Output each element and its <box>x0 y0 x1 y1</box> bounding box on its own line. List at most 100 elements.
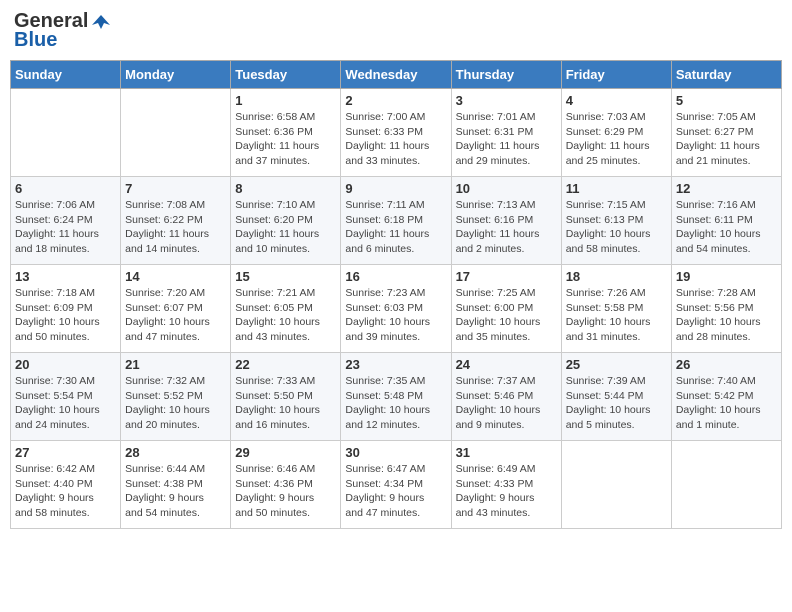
day-number: 24 <box>456 357 557 372</box>
calendar-cell: 14 Sunrise: 7:20 AM Sunset: 6:07 PM Dayli… <box>121 265 231 353</box>
day-number: 21 <box>125 357 226 372</box>
weekday-header-thursday: Thursday <box>451 61 561 89</box>
day-info: Sunrise: 7:18 AM Sunset: 6:09 PM Dayligh… <box>15 286 116 345</box>
calendar-cell: 6 Sunrise: 7:06 AM Sunset: 6:24 PM Daylig… <box>11 177 121 265</box>
weekday-header-monday: Monday <box>121 61 231 89</box>
day-number: 30 <box>345 445 446 460</box>
day-info: Sunrise: 6:49 AM Sunset: 4:33 PM Dayligh… <box>456 462 557 521</box>
day-number: 18 <box>566 269 667 284</box>
day-info: Sunrise: 7:28 AM Sunset: 5:56 PM Dayligh… <box>676 286 777 345</box>
calendar-cell <box>561 441 671 529</box>
day-number: 15 <box>235 269 336 284</box>
calendar-cell: 20Sunrise: 7:30 AM Sunset: 5:54 PM Dayli… <box>11 353 121 441</box>
day-number: 9 <box>345 181 446 196</box>
day-info: Sunrise: 7:20 AM Sunset: 6:07 PM Dayligh… <box>125 286 226 345</box>
day-number: 6 <box>15 181 116 196</box>
calendar-cell: 11Sunrise: 7:15 AM Sunset: 6:13 PM Dayli… <box>561 177 671 265</box>
calendar-cell: 22Sunrise: 7:33 AM Sunset: 5:50 PM Dayli… <box>231 353 341 441</box>
day-number: 2 <box>345 93 446 108</box>
day-info: Sunrise: 7:35 AM Sunset: 5:48 PM Dayligh… <box>345 374 446 433</box>
weekday-header-friday: Friday <box>561 61 671 89</box>
calendar-cell: 23 Sunrise: 7:35 AM Sunset: 5:48 PM Dayli… <box>341 353 451 441</box>
calendar-cell <box>121 89 231 177</box>
day-number: 13 <box>15 269 116 284</box>
day-info: Sunrise: 7:03 AM Sunset: 6:29 PM Dayligh… <box>566 110 667 169</box>
calendar: SundayMondayTuesdayWednesdayThursdayFrid… <box>10 60 782 529</box>
calendar-cell <box>11 89 121 177</box>
calendar-cell: 26Sunrise: 7:40 AM Sunset: 5:42 PM Dayli… <box>671 353 781 441</box>
day-info: Sunrise: 7:26 AM Sunset: 5:58 PM Dayligh… <box>566 286 667 345</box>
calendar-cell: 18 Sunrise: 7:26 AM Sunset: 5:58 PM Dayli… <box>561 265 671 353</box>
day-info: Sunrise: 6:44 AM Sunset: 4:38 PM Dayligh… <box>125 462 226 521</box>
calendar-cell: 10 Sunrise: 7:13 AM Sunset: 6:16 PM Dayli… <box>451 177 561 265</box>
week-row-2: 6 Sunrise: 7:06 AM Sunset: 6:24 PM Daylig… <box>11 177 782 265</box>
day-info: Sunrise: 7:23 AM Sunset: 6:03 PM Dayligh… <box>345 286 446 345</box>
day-number: 20 <box>15 357 116 372</box>
day-info: Sunrise: 6:46 AM Sunset: 4:36 PM Dayligh… <box>235 462 336 521</box>
day-number: 5 <box>676 93 777 108</box>
day-number: 25 <box>566 357 667 372</box>
calendar-cell: 9 Sunrise: 7:11 AM Sunset: 6:18 PM Daylig… <box>341 177 451 265</box>
logo-blue-text: Blue <box>14 29 57 52</box>
day-number: 23 <box>345 357 446 372</box>
day-number: 1 <box>235 93 336 108</box>
day-info: Sunrise: 7:05 AM Sunset: 6:27 PM Dayligh… <box>676 110 777 169</box>
day-number: 3 <box>456 93 557 108</box>
header: General Blue <box>10 10 782 52</box>
day-info: Sunrise: 7:00 AM Sunset: 6:33 PM Dayligh… <box>345 110 446 169</box>
calendar-cell: 27Sunrise: 6:42 AM Sunset: 4:40 PM Dayli… <box>11 441 121 529</box>
logo: General Blue <box>14 10 112 52</box>
day-number: 14 <box>125 269 226 284</box>
day-info: Sunrise: 7:16 AM Sunset: 6:11 PM Dayligh… <box>676 198 777 257</box>
weekday-header-wednesday: Wednesday <box>341 61 451 89</box>
day-info: Sunrise: 7:32 AM Sunset: 5:52 PM Dayligh… <box>125 374 226 433</box>
day-info: Sunrise: 7:01 AM Sunset: 6:31 PM Dayligh… <box>456 110 557 169</box>
calendar-cell: 24Sunrise: 7:37 AM Sunset: 5:46 PM Dayli… <box>451 353 561 441</box>
weekday-header-row: SundayMondayTuesdayWednesdayThursdayFrid… <box>11 61 782 89</box>
calendar-cell: 16 Sunrise: 7:23 AM Sunset: 6:03 PM Dayli… <box>341 265 451 353</box>
calendar-cell <box>671 441 781 529</box>
day-number: 31 <box>456 445 557 460</box>
week-row-1: 1 Sunrise: 6:58 AM Sunset: 6:36 PM Daylig… <box>11 89 782 177</box>
day-number: 7 <box>125 181 226 196</box>
day-number: 28 <box>125 445 226 460</box>
calendar-cell: 19 Sunrise: 7:28 AM Sunset: 5:56 PM Dayli… <box>671 265 781 353</box>
calendar-cell: 31 Sunrise: 6:49 AM Sunset: 4:33 PM Dayli… <box>451 441 561 529</box>
day-info: Sunrise: 7:15 AM Sunset: 6:13 PM Dayligh… <box>566 198 667 257</box>
calendar-cell: 30 Sunrise: 6:47 AM Sunset: 4:34 PM Dayli… <box>341 441 451 529</box>
day-number: 17 <box>456 269 557 284</box>
calendar-cell: 17 Sunrise: 7:25 AM Sunset: 6:00 PM Dayli… <box>451 265 561 353</box>
calendar-cell: 21 Sunrise: 7:32 AM Sunset: 5:52 PM Dayli… <box>121 353 231 441</box>
calendar-cell: 1 Sunrise: 6:58 AM Sunset: 6:36 PM Daylig… <box>231 89 341 177</box>
calendar-cell: 12 Sunrise: 7:16 AM Sunset: 6:11 PM Dayli… <box>671 177 781 265</box>
day-info: Sunrise: 7:08 AM Sunset: 6:22 PM Dayligh… <box>125 198 226 257</box>
day-info: Sunrise: 6:47 AM Sunset: 4:34 PM Dayligh… <box>345 462 446 521</box>
day-info: Sunrise: 7:13 AM Sunset: 6:16 PM Dayligh… <box>456 198 557 257</box>
day-number: 10 <box>456 181 557 196</box>
day-number: 8 <box>235 181 336 196</box>
weekday-header-sunday: Sunday <box>11 61 121 89</box>
day-number: 19 <box>676 269 777 284</box>
day-info: Sunrise: 7:21 AM Sunset: 6:05 PM Dayligh… <box>235 286 336 345</box>
calendar-cell: 28 Sunrise: 6:44 AM Sunset: 4:38 PM Dayli… <box>121 441 231 529</box>
calendar-cell: 4Sunrise: 7:03 AM Sunset: 6:29 PM Daylig… <box>561 89 671 177</box>
calendar-cell: 5 Sunrise: 7:05 AM Sunset: 6:27 PM Daylig… <box>671 89 781 177</box>
week-row-4: 20Sunrise: 7:30 AM Sunset: 5:54 PM Dayli… <box>11 353 782 441</box>
calendar-cell: 29Sunrise: 6:46 AM Sunset: 4:36 PM Dayli… <box>231 441 341 529</box>
calendar-cell: 2 Sunrise: 7:00 AM Sunset: 6:33 PM Daylig… <box>341 89 451 177</box>
day-number: 27 <box>15 445 116 460</box>
day-info: Sunrise: 7:25 AM Sunset: 6:00 PM Dayligh… <box>456 286 557 345</box>
calendar-cell: 3 Sunrise: 7:01 AM Sunset: 6:31 PM Daylig… <box>451 89 561 177</box>
calendar-cell: 25 Sunrise: 7:39 AM Sunset: 5:44 PM Dayli… <box>561 353 671 441</box>
day-info: Sunrise: 7:39 AM Sunset: 5:44 PM Dayligh… <box>566 374 667 433</box>
week-row-3: 13 Sunrise: 7:18 AM Sunset: 6:09 PM Dayli… <box>11 265 782 353</box>
day-info: Sunrise: 7:40 AM Sunset: 5:42 PM Dayligh… <box>676 374 777 433</box>
day-info: Sunrise: 6:58 AM Sunset: 6:36 PM Dayligh… <box>235 110 336 169</box>
weekday-header-saturday: Saturday <box>671 61 781 89</box>
day-info: Sunrise: 7:10 AM Sunset: 6:20 PM Dayligh… <box>235 198 336 257</box>
day-number: 16 <box>345 269 446 284</box>
day-info: Sunrise: 7:06 AM Sunset: 6:24 PM Dayligh… <box>15 198 116 257</box>
day-number: 12 <box>676 181 777 196</box>
calendar-cell: 7 Sunrise: 7:08 AM Sunset: 6:22 PM Daylig… <box>121 177 231 265</box>
day-info: Sunrise: 7:11 AM Sunset: 6:18 PM Dayligh… <box>345 198 446 257</box>
